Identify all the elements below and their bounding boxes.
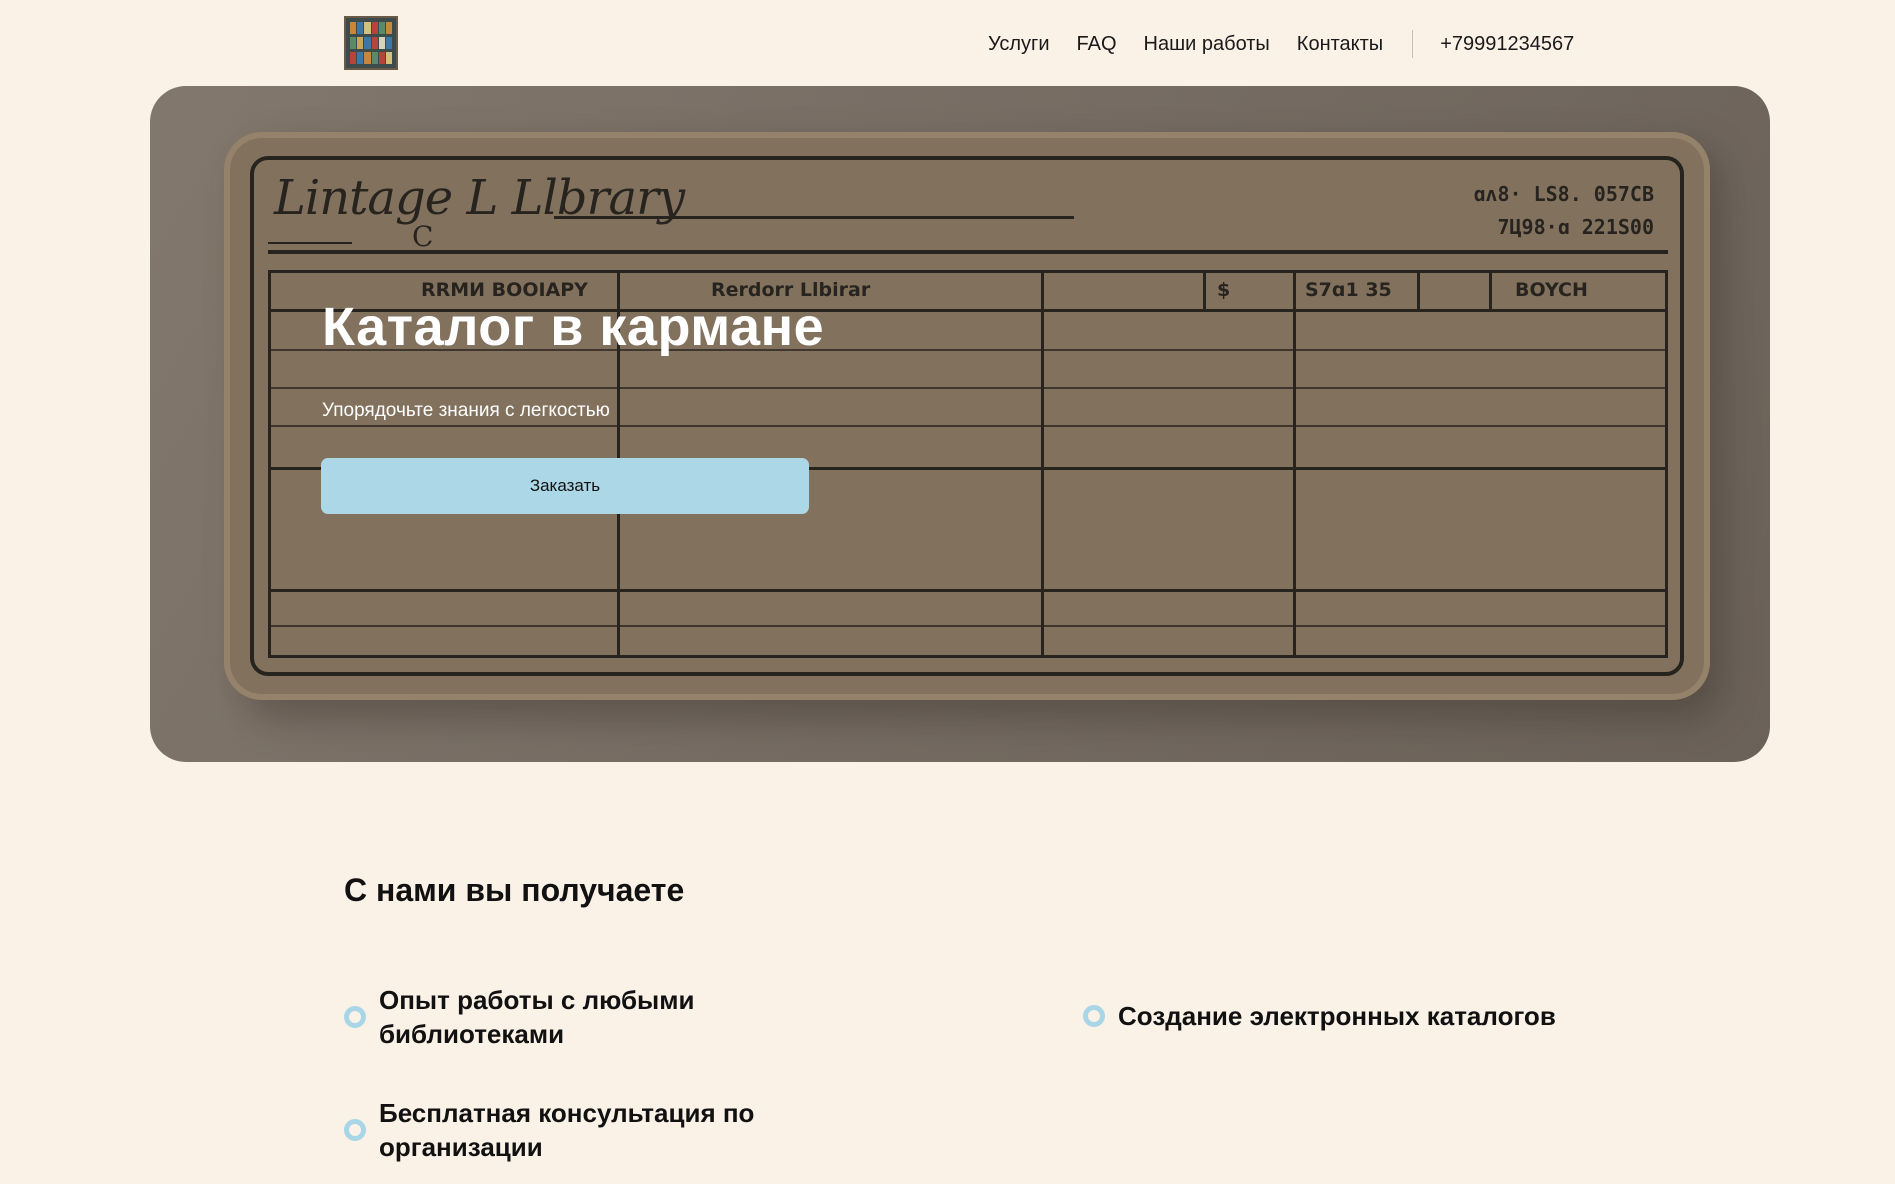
benefit-text: Бесплатная консультация по организации (379, 1098, 755, 1162)
hero-banner: Lintage L Llbrary C ɑʌ8· LS8. 057CB 7Ц98… (150, 86, 1770, 762)
benefits-title: С нами вы получаете (344, 872, 685, 908)
nav-link-faq[interactable]: FAQ (1077, 33, 1117, 56)
nav-link-services[interactable]: Услуги (988, 33, 1050, 56)
order-button[interactable]: Заказать (321, 458, 809, 514)
nav-link-portfolio[interactable]: Наши работы (1144, 33, 1270, 56)
logo-shelf (350, 52, 393, 64)
logo-shelf (350, 37, 393, 49)
benefit-text: Опыт работы с любыми библиотеками (379, 985, 695, 1049)
nav-link-contacts[interactable]: Контакты (1297, 33, 1383, 56)
ring-bullet-icon (344, 1119, 366, 1141)
site-header: Услуги FAQ Наши работы Контакты +7999123… (0, 0, 1895, 86)
nav-divider (1412, 30, 1414, 58)
ring-bullet-icon (344, 1006, 366, 1028)
phone-link[interactable]: +79991234567 (1440, 33, 1574, 56)
main-nav: Услуги FAQ Наши работы Контакты +7999123… (988, 30, 1574, 58)
ring-bullet-icon (1083, 1005, 1105, 1027)
benefit-item: Бесплатная консультация по организации (344, 1096, 784, 1164)
hero-title: Каталог в кармане (322, 297, 825, 357)
logo-shelf (350, 22, 393, 34)
hero-subtitle: Упорядочьте знания с легкостью (322, 400, 610, 421)
benefit-item: Опыт работы с любыми библиотеками (344, 983, 784, 1051)
bookshelf-logo-icon[interactable] (344, 16, 398, 70)
benefit-item: Создание электронных каталогов (1083, 999, 1703, 1033)
benefit-text: Создание электронных каталогов (1118, 1001, 1556, 1031)
hero-overlay (150, 86, 1770, 762)
